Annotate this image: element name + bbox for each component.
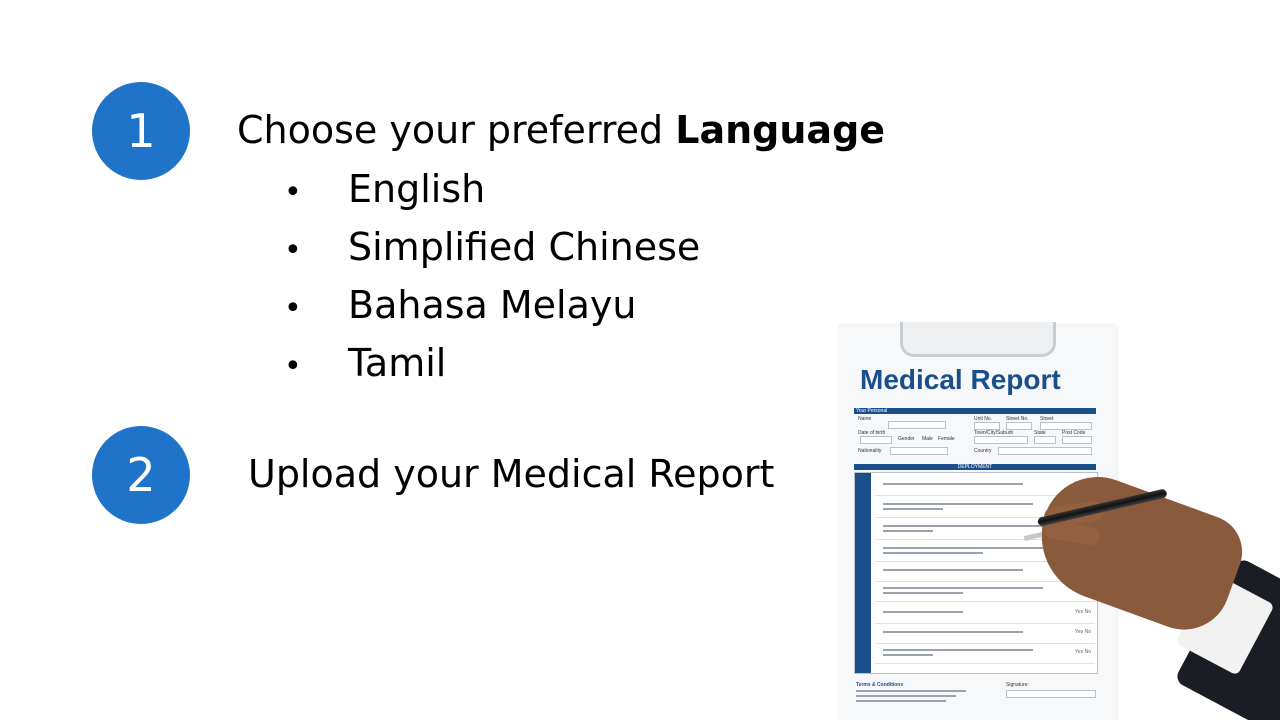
name-field xyxy=(888,421,946,429)
deployment-section-bar: DEPLOYMENT xyxy=(854,464,1096,470)
town-field xyxy=(974,436,1028,444)
bullet: • xyxy=(284,233,302,268)
list-item: Yes No xyxy=(875,603,1095,624)
yes-label: Yes xyxy=(1075,629,1084,635)
field-name-label: Name xyxy=(858,416,872,422)
medical-report-illustration: Medical Report Your Personal Name Unit N… xyxy=(838,322,1280,720)
language-label: English xyxy=(348,167,486,211)
state-field xyxy=(1034,436,1056,444)
list-item: Yes No xyxy=(875,643,1095,664)
bullet: • xyxy=(284,291,302,326)
no-label: No xyxy=(1084,609,1091,615)
language-option-english: • English xyxy=(280,164,700,222)
step-2-circle: 2 xyxy=(92,426,190,524)
street-field xyxy=(1040,422,1092,430)
bullet: • xyxy=(284,349,302,384)
field-male-label: Male xyxy=(922,436,933,442)
language-option-tamil: • Tamil xyxy=(280,338,700,396)
personal-section-bar: Your Personal xyxy=(854,408,1096,414)
country-field xyxy=(998,447,1092,455)
language-label: Simplified Chinese xyxy=(348,225,701,269)
step-1-bold-word: Language xyxy=(675,108,886,152)
report-title: Medical Report xyxy=(860,364,1061,395)
language-label: Bahasa Melayu xyxy=(348,283,637,327)
step-1-heading: Choose your preferred Language xyxy=(237,108,885,152)
unit-field xyxy=(974,422,1000,430)
clipboard-clip xyxy=(900,322,1056,357)
nationality-field xyxy=(890,447,948,455)
yes-label: Yes xyxy=(1075,609,1084,615)
language-list: • English • Simplified Chinese • Bahasa Mel… xyxy=(280,164,700,396)
signature-label: Signature: xyxy=(1006,682,1029,688)
step-2-number: 2 xyxy=(126,448,156,502)
no-label: No xyxy=(1084,649,1091,655)
language-option-simplified-chinese: • Simplified Chinese xyxy=(280,222,700,280)
field-nationality-label: Nationality xyxy=(858,448,882,454)
step-1-circle: 1 xyxy=(92,82,190,180)
step-1-text: Choose your preferred xyxy=(237,108,676,152)
postcode-field xyxy=(1062,436,1092,444)
slide: 1 Choose your preferred Language • Englis… xyxy=(0,0,1280,720)
field-female-label: Female xyxy=(938,436,955,442)
step-1-number: 1 xyxy=(126,104,156,158)
list-item xyxy=(875,581,1095,602)
objective-side-bar xyxy=(855,473,871,673)
signature-field xyxy=(1006,690,1096,698)
street-no-field xyxy=(1006,422,1032,430)
field-gender-label: Gender xyxy=(898,436,915,442)
field-country-label: Country xyxy=(974,448,992,454)
no-label: No xyxy=(1084,629,1091,635)
language-label: Tamil xyxy=(348,341,447,385)
dob-field xyxy=(860,436,892,444)
bullet: • xyxy=(284,175,302,210)
terms-heading: Terms & Conditions xyxy=(856,682,904,688)
language-option-bahasa-melayu: • Bahasa Melayu xyxy=(280,280,700,338)
list-item: Yes No xyxy=(875,623,1095,644)
step-2-heading: Upload your Medical Report xyxy=(248,452,775,496)
yes-label: Yes xyxy=(1075,649,1084,655)
